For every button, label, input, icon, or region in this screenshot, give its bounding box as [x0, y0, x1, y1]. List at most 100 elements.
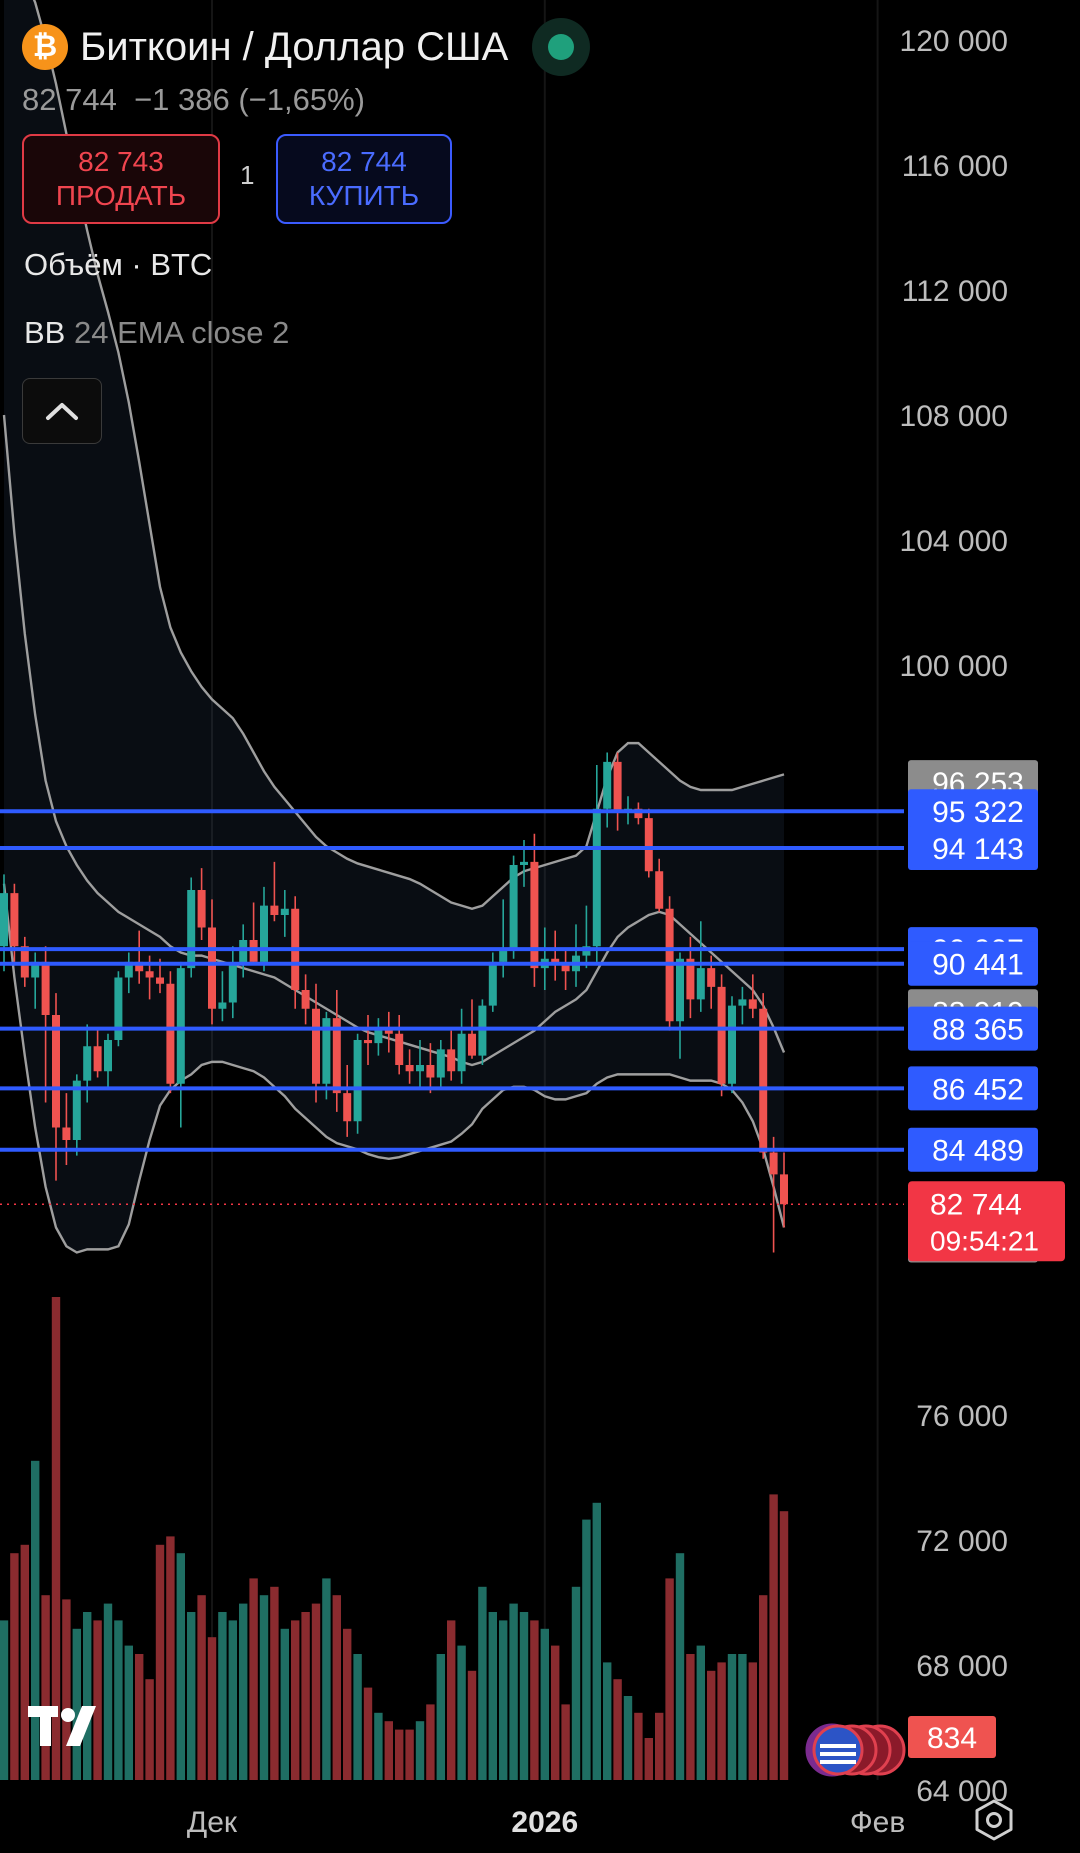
current-price-label: 82 744 09:54:21 [908, 1181, 1065, 1262]
buy-price: 82 744 [321, 146, 407, 177]
candle-body [696, 968, 705, 1000]
price-level-text: 90 441 [932, 949, 1024, 982]
tradingview-logo[interactable] [28, 1702, 114, 1752]
volume-bar [644, 1738, 653, 1780]
candle-body [530, 861, 539, 969]
candle-body [0, 893, 8, 947]
volume-bar [228, 1620, 237, 1780]
candle [644, 808, 653, 878]
volume-bar [603, 1662, 612, 1780]
candle-body [166, 983, 175, 1084]
buy-label: КУПИТЬ [308, 180, 420, 211]
candle-body [488, 961, 497, 1006]
candle-body [655, 871, 664, 909]
volume-bar [343, 1628, 352, 1780]
volume-bar [218, 1612, 227, 1780]
volume-bar [83, 1612, 92, 1780]
live-dot [548, 34, 575, 60]
volume-bar [332, 1595, 341, 1780]
candle-body [457, 1033, 466, 1072]
candle-body [436, 1049, 445, 1078]
symbol-header[interactable]: ₿ Биткоин / Доллар США [22, 18, 591, 76]
candle-body [769, 1152, 778, 1175]
volume-bar [686, 1654, 695, 1780]
volume-bar [311, 1603, 321, 1780]
volume-bar [197, 1595, 206, 1780]
candle-body [156, 977, 164, 984]
candle-body [416, 1065, 424, 1072]
sell-button[interactable]: 82 743 ПРОДАТЬ [22, 134, 220, 224]
candle-body [301, 990, 310, 1009]
candle-body [208, 927, 216, 1009]
y-axis-label: 112 000 [902, 275, 1008, 308]
candle-body [10, 893, 19, 947]
volume-bar [665, 1578, 674, 1780]
price-level-text: 88 365 [932, 1014, 1024, 1047]
current-price-text: 82 744 [930, 1188, 1022, 1221]
candle [592, 765, 601, 962]
candle-body [187, 890, 196, 969]
price-level-label: 94 143 [908, 826, 1038, 871]
candle-body [218, 1002, 227, 1009]
change-value: −1 386 (−1,65%) [134, 82, 366, 117]
candle [353, 1033, 362, 1134]
x-axis-label: Дек [187, 1806, 238, 1839]
volume-bar [519, 1612, 529, 1780]
symbol-title[interactable]: Биткоин / Доллар США [80, 25, 508, 70]
chart-settings-icon[interactable] [972, 1798, 1016, 1842]
candle-body [447, 1049, 456, 1072]
volume-bar [155, 1544, 165, 1780]
price-level-text: 86 452 [932, 1073, 1024, 1106]
y-axis-label: 100 000 [900, 650, 1008, 683]
candle-body [104, 1040, 112, 1072]
y-axis-label: 76 000 [916, 1400, 1008, 1433]
market-status-icon[interactable] [532, 18, 591, 76]
volume-bar [291, 1620, 300, 1780]
x-axis-label: Фев [850, 1806, 905, 1839]
volume-bar [395, 1729, 404, 1780]
volume-bar [124, 1645, 133, 1780]
candle-body [717, 986, 726, 1084]
candle-body [707, 968, 716, 987]
volume-bar [270, 1586, 279, 1780]
volume-bar [613, 1679, 622, 1780]
candle-body [520, 861, 528, 865]
y-axis-label: 104 000 [900, 525, 1008, 558]
candle-body [52, 1015, 60, 1128]
y-axis-label: 116 000 [902, 150, 1008, 183]
volume-bar [187, 1612, 196, 1780]
volume-bar [623, 1696, 633, 1780]
volume-bar [738, 1654, 747, 1780]
bitcoin-icon: ₿ [22, 24, 68, 70]
volume-bar [675, 1553, 685, 1780]
economic-events-icon[interactable] [790, 1718, 910, 1782]
volume-bar [176, 1553, 185, 1780]
x-axis-label: 2026 [511, 1806, 578, 1839]
chevron-up-icon [46, 403, 78, 420]
volume-bar [166, 1536, 175, 1780]
volume-bar [249, 1578, 258, 1780]
price-level-label: 90 441 [908, 941, 1038, 986]
candle-body [592, 808, 601, 947]
volume-bar [41, 1595, 50, 1780]
volume-value-label: 834 [908, 1716, 996, 1758]
candle-body [312, 1008, 320, 1084]
candle-body [114, 977, 123, 1040]
candle [728, 996, 736, 1094]
order-quantity[interactable]: 1 [240, 160, 254, 191]
volume-bar [447, 1620, 456, 1780]
y-axis-label: 108 000 [900, 400, 1008, 433]
collapse-legend-button[interactable] [22, 378, 102, 444]
candle [114, 971, 123, 1047]
volume-bar [759, 1595, 768, 1780]
volume-indicator-legend[interactable]: Объём · BTC [24, 247, 212, 283]
volume-bar [561, 1704, 570, 1780]
price-level-label: 88 365 [908, 1006, 1038, 1051]
y-axis-label: 120 000 [900, 25, 1008, 58]
buy-button[interactable]: 82 744 КУПИТЬ [276, 134, 452, 224]
bollinger-indicator-legend[interactable]: BB 24 EMA close 2 [24, 315, 289, 351]
candle [176, 961, 185, 1128]
volume-bar [634, 1712, 643, 1780]
price-level-label: 86 452 [908, 1066, 1038, 1111]
volume-bar [405, 1729, 414, 1780]
